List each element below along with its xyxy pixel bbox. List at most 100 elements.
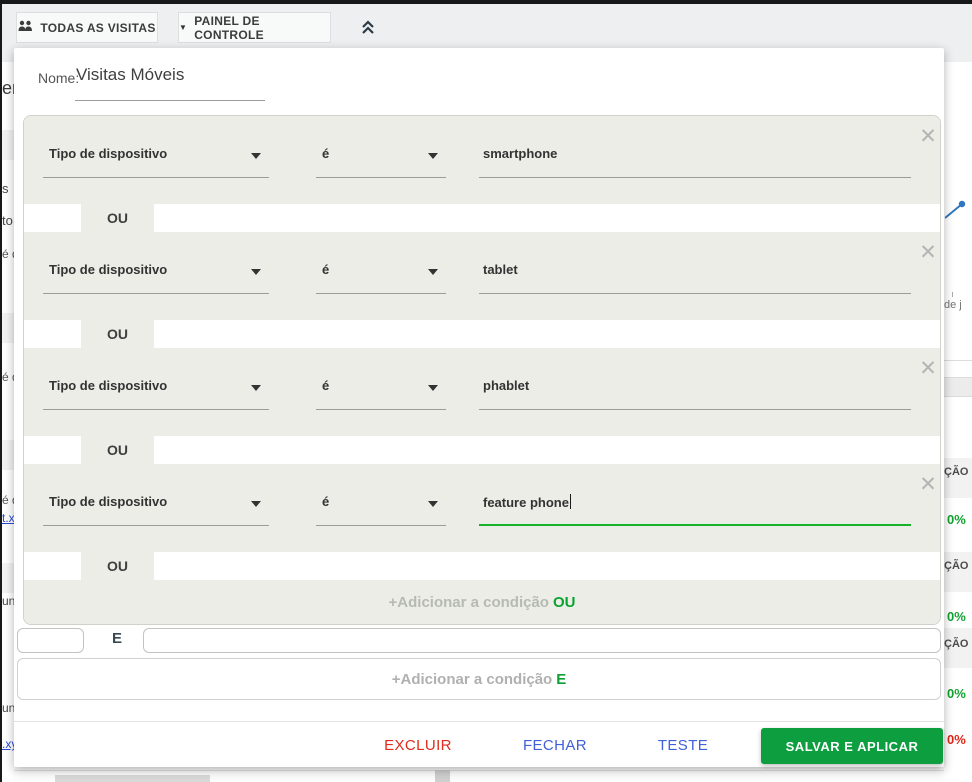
condition-row: Tipo de dispositivo é smartphone ✕ xyxy=(24,116,940,204)
and-badge: E xyxy=(106,630,128,647)
delete-segment-button[interactable]: EXCLUIR xyxy=(384,737,452,754)
dimension-select-value: Tipo de dispositivo xyxy=(49,262,167,277)
add-and-keyword: E xyxy=(556,671,566,688)
bg-text-fragment: é d xyxy=(2,247,14,261)
segment-editor-dialog: Nome: Visitas Móveis Tipo de dispositivo… xyxy=(14,48,944,767)
dimension-select[interactable]: Tipo de dispositivo xyxy=(43,464,269,526)
operator-select-value: é xyxy=(322,378,329,393)
add-or-keyword: OU xyxy=(553,594,576,611)
bg-row-stripe xyxy=(2,313,14,343)
operator-select-value: é xyxy=(322,494,329,509)
bg-text-fragment: unl xyxy=(2,701,14,715)
bg-scrollbar[interactable] xyxy=(55,775,210,782)
caret-down-icon xyxy=(428,501,438,507)
dashboard-selector-button[interactable]: ▼ PAINEL DE CONTROLE xyxy=(178,12,331,43)
remove-condition-button[interactable]: ✕ xyxy=(915,356,941,382)
dimension-select-value: Tipo de dispositivo xyxy=(49,378,167,393)
value-input[interactable]: phablet xyxy=(479,348,911,410)
bg-table-header xyxy=(944,377,972,397)
window-edge-left xyxy=(0,0,2,782)
or-badge: OU xyxy=(81,436,154,464)
or-badge: OU xyxy=(81,320,154,348)
value-input-text: feature phone xyxy=(483,495,569,510)
remove-condition-button[interactable]: ✕ xyxy=(915,124,941,150)
or-badge: OU xyxy=(81,552,154,580)
bg-text-fragment: de j xyxy=(944,299,962,311)
caret-down-icon xyxy=(251,269,261,275)
or-badge: OU xyxy=(81,204,154,232)
bg-text-fragment: 0% xyxy=(947,512,966,527)
sparkline-chart xyxy=(945,196,971,222)
caret-down-icon xyxy=(428,269,438,275)
add-and-text: +Adicionar a condição xyxy=(392,671,552,688)
bg-text-fragment: é d xyxy=(2,370,14,384)
operator-select[interactable]: é xyxy=(316,348,446,410)
dimension-select[interactable]: Tipo de dispositivo xyxy=(43,116,269,178)
caret-down-icon xyxy=(428,153,438,159)
bg-row-stripe xyxy=(944,458,972,498)
axis-tick xyxy=(952,292,953,297)
caret-down-icon xyxy=(251,153,261,159)
test-segment-button[interactable]: TESTE xyxy=(658,737,708,754)
add-and-condition-button[interactable]: +Adicionar a condição E xyxy=(17,658,941,700)
bg-row-stripe xyxy=(2,130,14,160)
bg-text-fragment[interactable]: t.x xyxy=(2,511,14,525)
operator-select[interactable]: é xyxy=(316,116,446,178)
caret-down-icon xyxy=(251,385,261,391)
condition-row: Tipo de dispositivo é feature phone ✕ xyxy=(24,464,940,552)
all-visits-segment-button[interactable]: TODAS AS VISITAS xyxy=(16,12,158,43)
close-dialog-button[interactable]: FECHAR xyxy=(523,737,587,754)
add-or-text: +Adicionar a condição xyxy=(389,594,549,611)
bg-text-fragment: é d xyxy=(2,493,14,507)
and-connector-right xyxy=(143,628,941,653)
bg-text-fragment: 0% xyxy=(947,609,966,624)
bg-text-fragment: ÇÃO xyxy=(944,638,968,650)
dimension-select-value: Tipo de dispositivo xyxy=(49,146,167,161)
bg-text-fragment: 0% xyxy=(947,732,966,747)
footer-divider xyxy=(14,721,944,722)
add-or-condition-button[interactable]: +Adicionar a condição OU xyxy=(24,580,940,624)
caret-down-icon xyxy=(251,501,261,507)
value-input-focused[interactable]: feature phone xyxy=(479,464,911,526)
dimension-select[interactable]: Tipo de dispositivo xyxy=(43,348,269,410)
bg-divider xyxy=(944,360,972,361)
collapse-chevrons-icon[interactable] xyxy=(358,17,378,37)
operator-select-value: é xyxy=(322,262,329,277)
operator-select[interactable]: é xyxy=(316,464,446,526)
bg-row-stripe xyxy=(944,552,972,592)
remove-condition-button[interactable]: ✕ xyxy=(915,472,941,498)
dimension-select-value: Tipo de dispositivo xyxy=(49,494,167,509)
remove-condition-button[interactable]: ✕ xyxy=(915,240,941,266)
or-separator: OU xyxy=(24,320,940,348)
condition-row: Tipo de dispositivo é phablet ✕ xyxy=(24,348,940,436)
value-input-text: phablet xyxy=(483,378,529,393)
bg-text-fragment: s xyxy=(2,181,9,196)
bg-row-stripe xyxy=(2,563,14,593)
segment-name-label: Nome: xyxy=(38,70,79,86)
bg-divider xyxy=(14,770,944,771)
or-conditions-group: Tipo de dispositivo é smartphone ✕ OU Ti… xyxy=(23,115,941,625)
all-visits-label: TODAS AS VISITAS xyxy=(40,21,155,35)
bg-text-fragment: unl xyxy=(2,594,14,608)
dashboard-label: PAINEL DE CONTROLE xyxy=(194,14,330,42)
bg-text-fragment[interactable]: .xy xyxy=(2,737,14,751)
window-edge-top xyxy=(0,0,972,4)
bg-text-fragment: 0% xyxy=(947,686,966,701)
segment-name-input[interactable]: Visitas Móveis xyxy=(76,65,184,85)
save-and-apply-button[interactable]: SALVAR E APLICAR xyxy=(761,728,943,764)
dimension-select[interactable]: Tipo de dispositivo xyxy=(43,232,269,294)
caret-down-icon xyxy=(428,385,438,391)
operator-select[interactable]: é xyxy=(316,232,446,294)
value-input[interactable]: tablet xyxy=(479,232,911,294)
segment-name-underline xyxy=(75,100,265,101)
condition-row: Tipo de dispositivo é tablet ✕ xyxy=(24,232,940,320)
value-input-text: smartphone xyxy=(483,146,557,161)
bg-text-fragment: ÇÃO xyxy=(944,466,968,478)
bg-text-fragment: ÇÃO xyxy=(944,560,968,572)
background-page-right: de j ÇÃO 0% ÇÃO 0% ÇÃO 0% 0% xyxy=(944,62,972,782)
and-connector-left xyxy=(17,628,84,653)
bg-text-fragment: er xyxy=(2,78,14,99)
value-input[interactable]: smartphone xyxy=(479,116,911,178)
bg-scrollbar-thumb[interactable] xyxy=(435,770,450,782)
users-icon xyxy=(18,20,33,35)
